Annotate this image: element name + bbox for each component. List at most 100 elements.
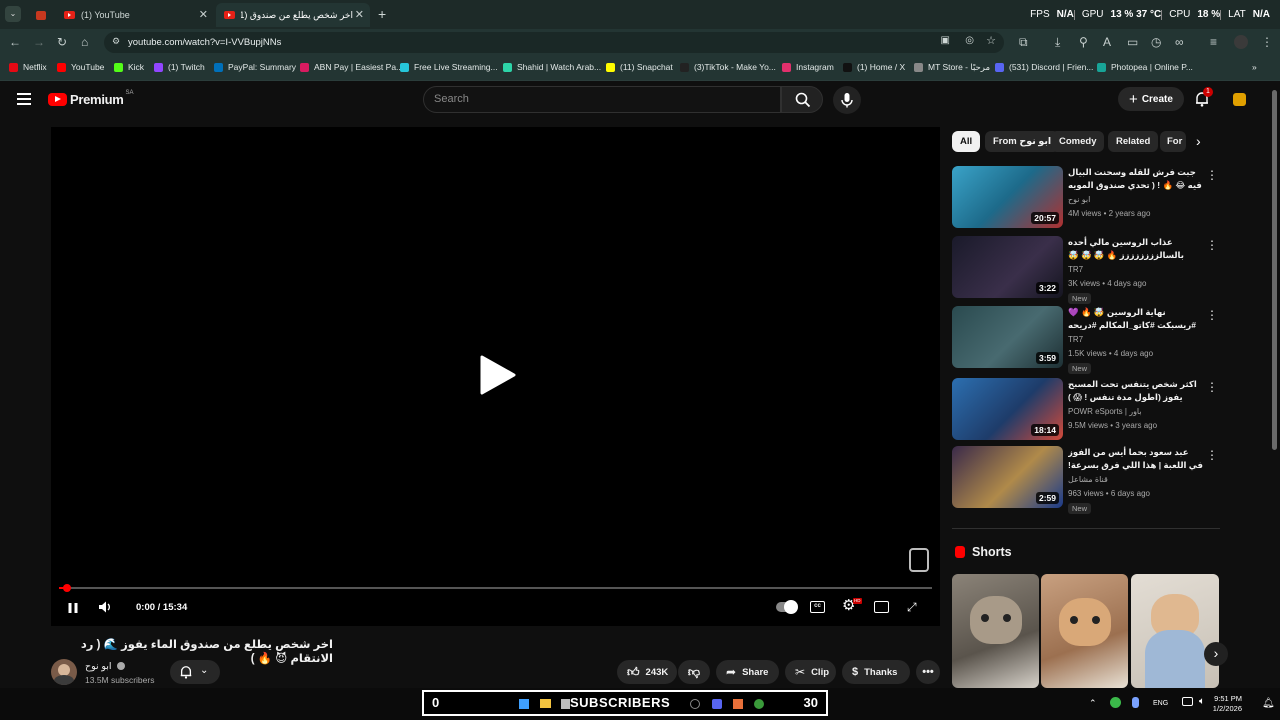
video-thumbnail[interactable]: 20:57 xyxy=(952,166,1063,228)
more-vertical-icon[interactable]: ⋮ xyxy=(1206,380,1218,394)
short-thumbnail[interactable] xyxy=(952,574,1039,688)
chip-all[interactable]: All xyxy=(952,131,981,152)
close-tab-icon[interactable]: ✕ xyxy=(199,8,208,21)
bookmark-item[interactable]: (1) Home / X xyxy=(843,62,905,72)
history-icon[interactable]: ◷ xyxy=(1151,35,1161,49)
recommendation-channel[interactable]: TR7 xyxy=(1068,335,1083,344)
bookmark-item[interactable]: (3)TikTok - Make Yo... xyxy=(680,62,776,72)
clip-button[interactable]: ✂ Clip xyxy=(785,660,836,684)
account-avatar[interactable] xyxy=(1233,93,1246,106)
bookmark-item[interactable]: PayPal: Summary xyxy=(214,62,296,72)
miniplayer-icon[interactable] xyxy=(874,601,889,613)
wallet-icon[interactable]: ▭ xyxy=(1127,35,1138,49)
search-button[interactable] xyxy=(781,86,823,113)
extensions-icon[interactable]: ⧉ xyxy=(1019,35,1028,50)
bookmark-item[interactable]: Free Live Streaming... xyxy=(400,62,498,72)
recommendation-title[interactable]: نهاية الروسين 🤯 🔥 💜 #ريسبكت #كاتو_المكال… xyxy=(1068,306,1204,332)
guide-menu-icon[interactable] xyxy=(17,93,31,105)
translate-icon[interactable]: A xyxy=(1103,35,1111,49)
tray-app-icon[interactable] xyxy=(1132,697,1139,708)
captions-icon[interactable]: cc xyxy=(810,601,825,613)
eye-off-icon[interactable]: ◎ xyxy=(965,35,974,46)
recommendation-title[interactable]: جبت فرش للقله وسحنت البيال فيه 😂 🔥 ! ( ت… xyxy=(1068,166,1204,192)
tab-list-button[interactable]: ⌄ xyxy=(5,6,21,22)
language-indicator[interactable]: ENG xyxy=(1153,700,1168,707)
taskbar-app-icon[interactable] xyxy=(712,699,722,709)
page-scrollbar[interactable] xyxy=(1270,82,1280,688)
thanks-button[interactable]: $ Thanks xyxy=(842,660,910,684)
recommendation-channel[interactable]: ابو نوح xyxy=(1068,195,1090,204)
video-thumbnail[interactable]: 3:22 xyxy=(952,236,1063,298)
tray-app-icon[interactable] xyxy=(1110,697,1121,708)
recommendation-title[interactable]: عذاب الروسين مالي أحده بالسالزززززززز 🔥 … xyxy=(1068,236,1204,262)
recommendation-item[interactable]: 20:57 جبت فرش للقله وسحنت البيال فيه 😂 🔥 … xyxy=(952,166,1220,228)
channel-avatar[interactable] xyxy=(51,659,77,685)
recommendation-item[interactable]: 3:59 نهاية الروسين 🤯 🔥 💜 #ريسبكت #كاتو_ال… xyxy=(952,306,1220,374)
home-icon[interactable]: ⌂ xyxy=(81,35,88,49)
short-thumbnail[interactable] xyxy=(1041,574,1128,688)
voice-search-button[interactable] xyxy=(833,86,861,114)
youtube-logo[interactable]: Premium SA xyxy=(48,90,134,107)
download-icon[interactable]: ⤓ xyxy=(1055,35,1060,50)
video-player[interactable]: 0:00 / 15:34 cc ⚙ HD ⤢ xyxy=(51,127,940,626)
chip-related[interactable]: Related xyxy=(1108,131,1159,152)
bookmarks-overflow-icon[interactable]: » xyxy=(1252,62,1257,72)
taskbar-app-icon[interactable] xyxy=(561,699,570,709)
recommendation-item[interactable]: 2:59 عبد سعود بحما أيس من الفوز في اللعبة… xyxy=(952,446,1220,514)
recommendation-title[interactable]: عبد سعود بحما أيس من الفوز في اللعبة | ه… xyxy=(1068,446,1204,472)
more-vertical-icon[interactable]: ⋮ xyxy=(1206,238,1218,252)
chip-for-you[interactable]: For xyxy=(1160,131,1186,152)
bookmark-star-icon[interactable]: ☆ xyxy=(986,34,996,47)
tab-current-video[interactable]: اخر شخص يطلع من صندوق (1) !! ✕ xyxy=(216,3,370,27)
video-thumbnail[interactable]: 3:59 xyxy=(952,306,1063,368)
reload-icon[interactable]: ↻ xyxy=(57,35,67,49)
bookmark-item[interactable]: (531) Discord | Frien... xyxy=(995,62,1093,72)
network-icon[interactable] xyxy=(1182,697,1193,706)
more-vertical-icon[interactable]: ⋮ xyxy=(1206,448,1218,462)
pause-button[interactable] xyxy=(67,601,79,613)
video-thumbnail[interactable]: 18:14 xyxy=(952,378,1063,440)
recommendation-channel[interactable]: قناة مشاعل xyxy=(1068,475,1108,484)
more-vertical-icon[interactable]: ⋮ xyxy=(1206,308,1218,322)
dislike-button[interactable]: 👎︎ xyxy=(678,660,710,684)
show-desktop-icon[interactable]: 🔔︎ xyxy=(1262,698,1275,709)
recommendation-item[interactable]: 18:14 اكثر شخص يتنفس تحت المسبح يفوز (اطو… xyxy=(952,378,1220,440)
create-button[interactable]: + Create xyxy=(1118,87,1184,111)
subscribed-notifications-button[interactable]: ⌄ xyxy=(170,660,220,684)
close-tab-icon[interactable]: ✕ xyxy=(355,8,364,21)
bookmark-item[interactable]: MT Store - مرحبًا xyxy=(914,62,990,73)
channel-watermark-icon[interactable] xyxy=(909,548,929,572)
xbox-icon[interactable] xyxy=(754,699,764,709)
play-icon[interactable] xyxy=(478,355,518,395)
autoplay-toggle[interactable] xyxy=(776,600,798,614)
like-button[interactable]: 👍︎ 243K xyxy=(617,660,677,684)
address-bar[interactable]: ⚙ youtube.com/watch?v=I-VVBupjNNs ▣ ◎ ☆ xyxy=(104,32,1004,53)
scrubber-handle[interactable] xyxy=(63,584,71,592)
bookmark-item[interactable]: (11) Snapchat xyxy=(606,62,673,72)
new-tab-button[interactable]: + xyxy=(378,6,386,22)
extension-icon[interactable]: ⚲ xyxy=(1079,35,1088,49)
chip-comedy[interactable]: Comedy xyxy=(1051,131,1105,152)
tab-youtube[interactable]: (1) YouTube ✕ xyxy=(56,3,214,27)
tray-overflow-icon[interactable]: ⌃ xyxy=(1089,698,1097,709)
install-icon[interactable]: ▣ xyxy=(941,35,950,46)
more-actions-button[interactable]: ••• xyxy=(916,660,940,684)
profile-avatar[interactable] xyxy=(1234,35,1248,49)
chips-next-chevron-icon[interactable]: › xyxy=(1196,133,1201,149)
bookmark-item[interactable]: Instagram xyxy=(782,62,834,72)
bookmark-item[interactable]: YouTube xyxy=(57,62,104,72)
back-icon[interactable]: ← xyxy=(9,35,21,49)
taskbar-clock[interactable]: 9:51 PM 1/2/2026 xyxy=(1213,694,1242,714)
chip-from-channel[interactable]: From ابو نوح xyxy=(985,131,1060,152)
video-thumbnail[interactable]: 2:59 xyxy=(952,446,1063,508)
volume-button[interactable] xyxy=(98,600,112,614)
recommendation-item[interactable]: 3:22 عذاب الروسين مالي أحده بالسالززززززز… xyxy=(952,236,1220,304)
speaker-icon[interactable]: 🔈︎ xyxy=(1199,696,1205,707)
site-info-icon[interactable]: ⚙ xyxy=(112,36,120,47)
shorts-next-button[interactable]: › xyxy=(1204,642,1228,666)
browser-menu-icon[interactable]: ⋮ xyxy=(1261,35,1273,49)
progress-bar[interactable] xyxy=(59,584,932,592)
bookmark-item[interactable]: Kick xyxy=(114,62,144,72)
notifications-button[interactable]: 1 xyxy=(1194,87,1213,107)
short-thumbnail[interactable] xyxy=(1131,574,1219,688)
